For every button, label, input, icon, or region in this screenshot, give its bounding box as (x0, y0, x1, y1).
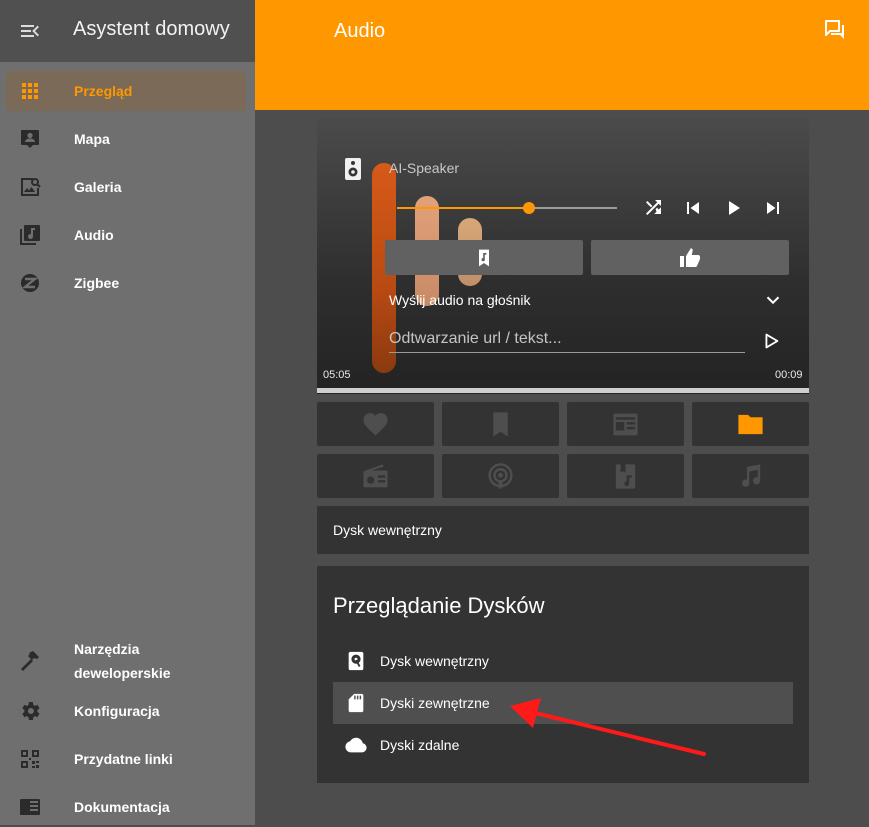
sidebar: Asystent domowy Przegląd Mapa Galeria Au… (0, 0, 255, 825)
sidebar-item-konfiguracja[interactable]: Konfiguracja (6, 691, 246, 731)
news-icon (613, 413, 638, 436)
url-tts-input[interactable] (389, 326, 745, 353)
music-note-icon (742, 464, 761, 487)
browse-item-remote-drives[interactable]: Dyski zdalne (333, 724, 793, 766)
sidebar-item-przeglad[interactable]: Przegląd (6, 71, 246, 111)
browse-item-internal-drive[interactable]: Dysk wewnętrzny (333, 640, 793, 682)
page-title: Audio (334, 20, 386, 42)
play-icon[interactable] (721, 196, 745, 220)
gear-icon (22, 702, 40, 720)
sidebar-item-label: Zigbee (74, 275, 120, 291)
gallery-icon (21, 178, 41, 196)
harddisk-icon (348, 651, 364, 671)
playback-progress-bar[interactable] (317, 388, 809, 393)
skip-previous-icon[interactable] (681, 196, 705, 220)
chat-icon[interactable] (823, 18, 847, 42)
sidebar-item-label: Mapa (74, 131, 110, 147)
time-remaining: 00:09 (775, 369, 803, 381)
top-app-bar (255, 0, 869, 110)
tile-favorites[interactable] (317, 402, 434, 446)
thumb-up-icon (680, 248, 700, 268)
hammer-icon (21, 651, 39, 671)
send-audio-label[interactable]: Wyślij audio na głośnik (389, 292, 531, 308)
music-bookmark-icon (479, 249, 489, 267)
chevron-down-icon[interactable] (762, 289, 784, 311)
like-button[interactable] (591, 240, 789, 275)
sidebar-item-narzedzia-deweloperskie[interactable]: Narzędzia deweloperskie (6, 635, 246, 685)
browse-item-label: Dyski zewnętrzne (380, 695, 490, 711)
sidebar-item-label: Przydatne linki (74, 751, 173, 767)
radio-icon (363, 464, 388, 488)
sidebar-item-label: Galeria (74, 179, 122, 195)
tile-news[interactable] (567, 402, 684, 446)
tile-audiobooks[interactable] (567, 454, 684, 498)
volume-fill (397, 207, 529, 209)
menu-collapse-icon[interactable] (18, 19, 42, 43)
skip-next-icon[interactable] (761, 196, 785, 220)
shuffle-icon[interactable] (641, 196, 665, 220)
qr-code-icon (21, 750, 39, 768)
label-line-1: Narzędzia (74, 641, 140, 657)
sidebar-item-label: Narzędzia deweloperskie (74, 637, 171, 685)
tile-radio[interactable] (317, 454, 434, 498)
sidebar-item-zigbee[interactable]: Zigbee (6, 263, 246, 303)
play-url-icon[interactable] (760, 330, 782, 352)
browse-item-label: Dysk wewnętrzny (380, 653, 489, 669)
sidebar-item-przydatne-linki[interactable]: Przydatne linki (6, 739, 246, 779)
book-icon (20, 799, 40, 815)
browse-item-external-drives[interactable]: Dyski zewnętrzne (333, 682, 793, 724)
folder-icon (738, 414, 763, 435)
map-person-icon (21, 130, 39, 148)
add-to-playlist-button[interactable] (385, 240, 583, 275)
device-name: AI-Speaker (389, 160, 460, 176)
tile-podcasts[interactable] (442, 454, 559, 498)
sidebar-item-label: Dokumentacja (74, 799, 170, 815)
sidebar-item-label: Przegląd (74, 83, 133, 99)
label-line-2: deweloperskie (74, 665, 171, 681)
heart-icon (363, 413, 388, 436)
tile-music[interactable] (692, 454, 809, 498)
browse-item-label: Dyski zdalne (380, 737, 460, 753)
browse-drives-title: Przeglądanie Dysków (333, 593, 545, 618)
music-library-icon (20, 225, 40, 245)
sidebar-item-galeria[interactable]: Galeria (6, 167, 246, 207)
sidebar-item-label: Audio (74, 227, 114, 243)
bookmark-icon (493, 412, 508, 437)
grid-icon (22, 83, 38, 99)
cloud-icon (345, 737, 367, 753)
time-elapsed: 05:05 (323, 369, 351, 381)
tile-folder[interactable] (692, 402, 809, 446)
speaker-icon (345, 158, 361, 180)
app-title: Asystent domowy (73, 18, 230, 40)
podcast-icon (488, 463, 513, 489)
volume-knob[interactable] (523, 202, 535, 214)
sidebar-item-dokumentacja[interactable]: Dokumentacja (6, 787, 246, 827)
sidebar-item-mapa[interactable]: Mapa (6, 119, 246, 159)
zigbee-icon (21, 274, 39, 292)
tile-bookmarks[interactable] (442, 402, 559, 446)
current-source-label: Dysk wewnętrzny (333, 522, 442, 538)
sidebar-item-label: Konfiguracja (74, 703, 160, 719)
audiobook-icon (615, 464, 636, 489)
sd-card-icon (348, 693, 364, 713)
sidebar-item-audio[interactable]: Audio (6, 215, 246, 255)
